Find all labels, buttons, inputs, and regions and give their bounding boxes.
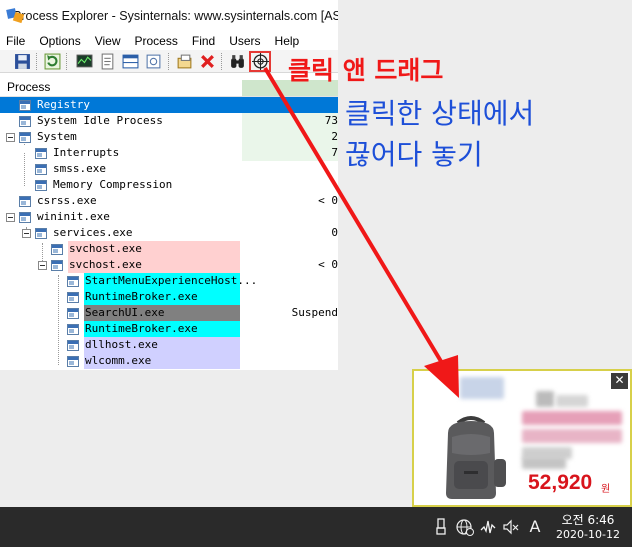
- network-globe-icon[interactable]: [456, 518, 474, 536]
- save-icon[interactable]: [14, 53, 31, 70]
- ad-price: 52,920: [528, 471, 593, 494]
- menu-help[interactable]: Help: [268, 34, 307, 48]
- release-instruction-line1: 클릭한 상태에서: [345, 97, 535, 130]
- process-row-interrupts[interactable]: Interrupts 7: [0, 145, 338, 161]
- refresh-icon[interactable]: [44, 53, 61, 70]
- collapse-toggle[interactable]: [6, 133, 15, 142]
- ad-blurred-block: [556, 395, 588, 407]
- collapse-toggle[interactable]: [22, 229, 31, 238]
- process-row-dllhost[interactable]: dllhost.exe: [0, 337, 338, 353]
- menu-users[interactable]: Users: [222, 34, 267, 48]
- process-row-svchost-2[interactable]: svchost.exe < 0: [0, 257, 338, 273]
- ad-logo-blurred: [460, 377, 504, 399]
- process-row-svchost-1[interactable]: svchost.exe: [0, 241, 338, 257]
- find-window-target-icon[interactable]: [252, 53, 269, 70]
- backpack-image[interactable]: [434, 413, 508, 501]
- dll-view-icon[interactable]: [145, 53, 162, 70]
- process-row-runtimebroker-1[interactable]: RuntimeBroker.exe: [0, 289, 338, 305]
- menu-bar: File Options View Process Find Users Hel…: [0, 32, 338, 50]
- ime-indicator[interactable]: A: [526, 518, 544, 536]
- close-icon[interactable]: ✕: [611, 373, 628, 389]
- taskbar: A 오전 6:46 2020-10-12: [0, 507, 632, 547]
- process-explorer-tray-icon[interactable]: [480, 518, 496, 536]
- ad-blurred-block: [522, 429, 622, 443]
- process-row-memory-compression[interactable]: Memory Compression: [0, 177, 338, 193]
- menu-view[interactable]: View: [88, 34, 128, 48]
- collapse-toggle[interactable]: [6, 213, 15, 222]
- process-column-header[interactable]: Process: [7, 80, 50, 94]
- properties-icon[interactable]: [99, 53, 116, 70]
- process-row-system[interactable]: System 2: [0, 129, 338, 145]
- title-bar[interactable]: Process Explorer - Sysinternals: www.sys…: [0, 0, 338, 32]
- process-row-registry[interactable]: Registry: [0, 97, 338, 113]
- ad-blurred-block: [522, 457, 566, 469]
- collapse-toggle[interactable]: [38, 261, 47, 270]
- menu-find[interactable]: Find: [185, 34, 222, 48]
- find-binoculars-icon[interactable]: [229, 53, 246, 70]
- release-instruction-line2: 끊어다 놓기: [345, 138, 483, 171]
- kill-process-icon[interactable]: [199, 53, 216, 70]
- menu-options[interactable]: Options: [32, 34, 87, 48]
- process-row-startmenuexperiencehost[interactable]: StartMenuExperienceHost...: [0, 273, 338, 289]
- menu-process[interactable]: Process: [128, 34, 185, 48]
- process-row-system-idle[interactable]: System Idle Process 73: [0, 113, 338, 129]
- process-row-runtimebroker-2[interactable]: RuntimeBroker.exe: [0, 321, 338, 337]
- process-row-searchui[interactable]: SearchUI.exe Suspend: [0, 305, 338, 321]
- process-row-csrss[interactable]: csrss.exe < 0: [0, 193, 338, 209]
- ad-blurred-block: [522, 411, 622, 425]
- menu-file[interactable]: File: [0, 34, 32, 48]
- clock-time[interactable]: 오전 6:46: [558, 511, 618, 528]
- process-row-services[interactable]: services.exe 0: [0, 225, 338, 241]
- process-tree: Registry System Idle Process 73 System 2…: [0, 97, 338, 369]
- ad-popup[interactable]: ✕ 52,920 원: [412, 369, 632, 507]
- process-row-wininit[interactable]: wininit.exe: [0, 209, 338, 225]
- handle-view-icon[interactable]: [176, 53, 193, 70]
- speaker-muted-icon[interactable]: [503, 518, 519, 536]
- process-row-smss[interactable]: smss.exe: [0, 161, 338, 177]
- usb-device-icon[interactable]: [434, 518, 448, 536]
- ad-currency: 원: [601, 484, 611, 495]
- ad-blurred-block: [536, 391, 554, 407]
- lower-pane-icon[interactable]: [122, 53, 139, 70]
- window-title: Process Explorer - Sysinternals: www.sys…: [13, 9, 338, 23]
- click-and-drag-annotation: 클릭 앤 드래그: [288, 56, 444, 85]
- system-info-icon[interactable]: [76, 53, 93, 70]
- clock-date[interactable]: 2020-10-12: [548, 528, 628, 541]
- process-row-wlcomm[interactable]: wlcomm.exe: [0, 353, 338, 369]
